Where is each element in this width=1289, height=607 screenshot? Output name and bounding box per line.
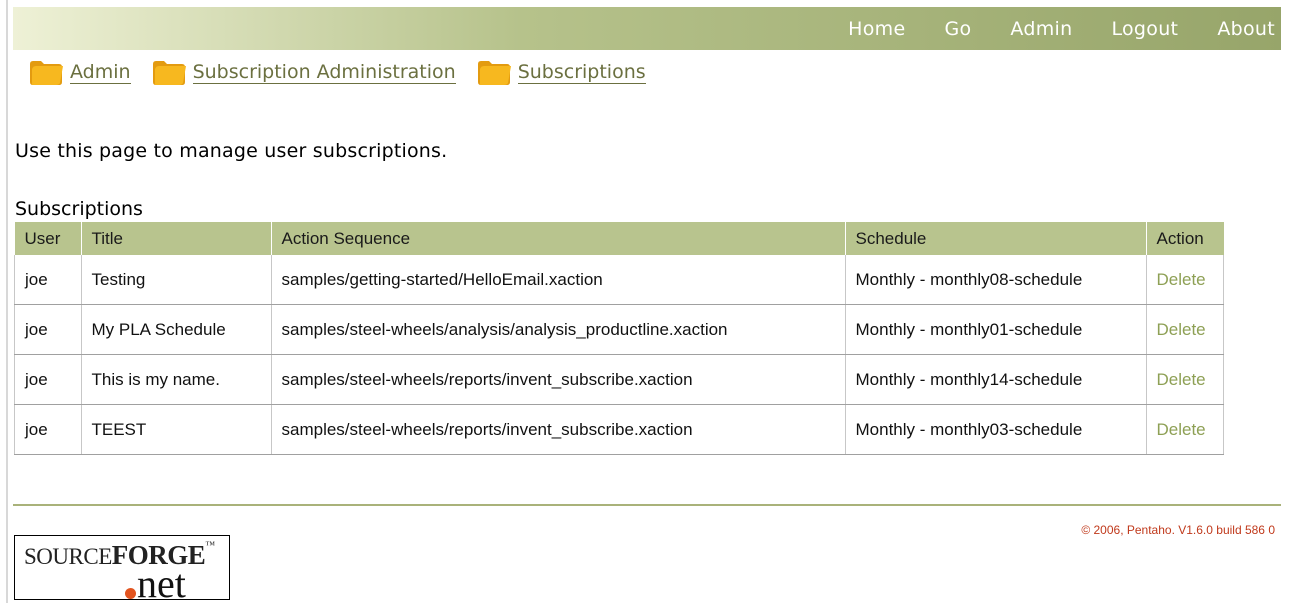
sourceforge-logo-text: SOURCEFORGE™ xyxy=(24,540,215,570)
subscriptions-table: User Title Action Sequence Schedule Acti… xyxy=(14,222,1224,455)
nav-admin-link[interactable]: Admin xyxy=(1010,18,1072,40)
cell-schedule: Monthly - monthly14-schedule xyxy=(844,354,1146,405)
cell-user: joe xyxy=(14,255,81,305)
column-header-schedule: Schedule xyxy=(844,222,1146,255)
breadcrumb-item-admin: Admin xyxy=(28,58,131,86)
cell-action: Delete xyxy=(1145,304,1224,355)
delete-link[interactable]: Delete xyxy=(1157,370,1206,389)
folder-icon xyxy=(477,61,511,85)
cell-action-sequence: samples/steel-wheels/reports/invent_subs… xyxy=(270,354,845,405)
cell-schedule: Monthly - monthly03-schedule xyxy=(844,404,1146,455)
cell-title: This is my name. xyxy=(80,354,271,405)
delete-link[interactable]: Delete xyxy=(1157,270,1206,289)
column-header-action-sequence: Action Sequence xyxy=(270,222,845,255)
sourceforge-logo-net: net xyxy=(137,561,186,606)
nav-go-link[interactable]: Go xyxy=(944,18,971,40)
breadcrumb-item-subscriptions: Subscriptions xyxy=(476,58,646,86)
column-header-user: User xyxy=(14,222,81,255)
copyright-text: © 2006, Pentaho. V1.6.0 build 586 0 xyxy=(1081,523,1275,537)
breadcrumb: Admin Subscription Administration Subscr… xyxy=(28,58,666,86)
breadcrumb-link-subscriptions[interactable]: Subscriptions xyxy=(517,61,646,84)
cell-action: Delete xyxy=(1145,404,1224,455)
table-row: joe My PLA Schedule samples/steel-wheels… xyxy=(14,304,1224,355)
table-header-row: User Title Action Sequence Schedule Acti… xyxy=(14,222,1224,255)
left-border xyxy=(6,0,8,603)
cell-title: My PLA Schedule xyxy=(80,304,271,355)
sourceforge-logo-dot xyxy=(125,588,136,599)
cell-schedule: Monthly - monthly01-schedule xyxy=(844,304,1146,355)
cell-action: Delete xyxy=(1145,354,1224,405)
table-row: joe Testing samples/getting-started/Hell… xyxy=(14,255,1224,305)
top-nav: Home Go Admin Logout About xyxy=(809,7,1275,50)
breadcrumb-link-admin[interactable]: Admin xyxy=(70,61,131,84)
column-header-action: Action xyxy=(1145,222,1224,255)
nav-logout-link[interactable]: Logout xyxy=(1111,18,1178,40)
cell-user: joe xyxy=(14,304,81,355)
top-nav-bar: Home Go Admin Logout About xyxy=(13,7,1281,50)
cell-action-sequence: samples/getting-started/HelloEmail.xacti… xyxy=(270,255,845,305)
footer-divider xyxy=(13,504,1281,506)
breadcrumb-link-subscription-administration[interactable]: Subscription Administration xyxy=(192,61,456,84)
breadcrumb-item-subscription-administration: Subscription Administration xyxy=(151,58,456,86)
cell-action-sequence: samples/steel-wheels/analysis/analysis_p… xyxy=(270,304,845,355)
folder-icon xyxy=(30,61,63,85)
folder-icon xyxy=(152,61,186,85)
table-caption: Subscriptions xyxy=(15,198,143,220)
sourceforge-logo[interactable]: SOURCEFORGE™ net xyxy=(14,535,230,606)
table-row: joe TEEST samples/steel-wheels/reports/i… xyxy=(14,404,1224,455)
column-header-title: Title xyxy=(80,222,271,255)
cell-title: Testing xyxy=(80,255,271,305)
cell-action-sequence: samples/steel-wheels/reports/invent_subs… xyxy=(270,404,845,455)
nav-home-link[interactable]: Home xyxy=(848,18,905,40)
cell-user: joe xyxy=(14,404,81,455)
delete-link[interactable]: Delete xyxy=(1157,420,1206,439)
delete-link[interactable]: Delete xyxy=(1157,320,1206,339)
cell-user: joe xyxy=(14,354,81,405)
cell-action: Delete xyxy=(1145,255,1224,305)
table-row: joe This is my name. samples/steel-wheel… xyxy=(14,354,1224,405)
nav-about-link[interactable]: About xyxy=(1217,18,1275,40)
cell-title: TEEST xyxy=(80,404,271,455)
page-description: Use this page to manage user subscriptio… xyxy=(15,140,448,162)
cell-schedule: Monthly - monthly08-schedule xyxy=(844,255,1146,305)
